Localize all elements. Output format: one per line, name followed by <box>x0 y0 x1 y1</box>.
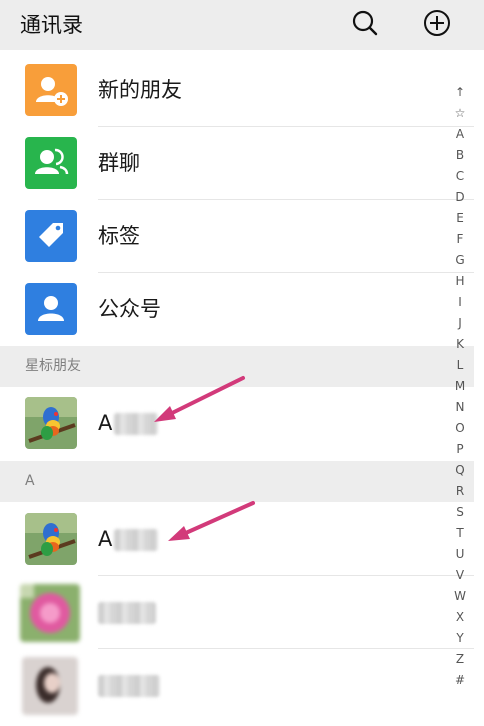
index-letter[interactable]: W <box>448 586 472 607</box>
index-letter[interactable]: R <box>448 481 472 502</box>
contacts-screen: 通讯录 新的朋友 群聊 标签 公众号 星标朋友 A A A ↑ ☆ A B C … <box>0 0 484 726</box>
blurred-name <box>114 413 159 435</box>
contact-name <box>98 649 160 722</box>
new-friend-icon <box>25 64 77 116</box>
tags-row[interactable]: 标签 <box>0 200 474 273</box>
avatar <box>22 657 78 715</box>
page-title: 通讯录 <box>20 13 83 37</box>
index-letter[interactable]: Z <box>448 649 472 670</box>
index-letter[interactable]: Y <box>448 628 472 649</box>
index-letter[interactable]: N <box>448 397 472 418</box>
new-friends-label: 新的朋友 <box>98 78 182 102</box>
index-letter[interactable]: J <box>448 313 472 334</box>
index-letter[interactable]: I <box>448 292 472 313</box>
group-chats-label: 群聊 <box>98 151 140 175</box>
alphabet-index-bar[interactable]: ↑ ☆ A B C D E F G H I J K L M N O P Q R S T U V W X Y Z # <box>448 82 472 691</box>
index-letter[interactable]: L <box>448 355 472 376</box>
index-letter[interactable]: A <box>448 124 472 145</box>
index-letter[interactable]: ☆ <box>448 103 472 124</box>
index-letter[interactable]: O <box>448 418 472 439</box>
index-letter[interactable]: P <box>448 439 472 460</box>
index-letter[interactable]: D <box>448 187 472 208</box>
index-letter[interactable]: G <box>448 250 472 271</box>
index-letter[interactable]: K <box>448 334 472 355</box>
contact-name: A <box>98 387 159 460</box>
add-circle-icon[interactable] <box>421 7 453 39</box>
blurred-name <box>98 602 156 624</box>
contact-name: A <box>98 503 159 576</box>
avatar <box>25 513 77 565</box>
index-letter[interactable]: S <box>448 502 472 523</box>
index-letter[interactable]: B <box>448 145 472 166</box>
new-friends-row[interactable]: 新的朋友 <box>0 54 474 127</box>
contact-row[interactable]: A <box>0 503 474 576</box>
contact-initial: A <box>98 411 113 435</box>
index-letter[interactable]: U <box>448 544 472 565</box>
index-letter[interactable]: Q <box>448 460 472 481</box>
index-letter[interactable]: T <box>448 523 472 544</box>
index-letter[interactable]: C <box>448 166 472 187</box>
index-letter[interactable]: V <box>448 565 472 586</box>
top-bar: 通讯录 <box>0 0 484 50</box>
index-letter[interactable]: M <box>448 376 472 397</box>
avatar <box>20 584 80 642</box>
official-accounts-label: 公众号 <box>98 297 161 321</box>
tags-label: 标签 <box>98 224 140 248</box>
official-account-icon <box>25 283 77 335</box>
blurred-name <box>114 529 159 551</box>
index-letter[interactable]: H <box>448 271 472 292</box>
official-accounts-row[interactable]: 公众号 <box>0 273 474 346</box>
group-chats-row[interactable]: 群聊 <box>0 127 474 200</box>
index-letter[interactable]: E <box>448 208 472 229</box>
search-icon[interactable] <box>349 7 381 39</box>
index-letter[interactable]: # <box>448 670 472 691</box>
contact-row[interactable] <box>0 649 474 722</box>
contact-name <box>98 576 156 649</box>
contact-initial: A <box>98 527 113 551</box>
section-header-a: A <box>0 461 474 502</box>
index-letter[interactable]: X <box>448 607 472 628</box>
group-chat-icon <box>25 137 77 189</box>
blurred-name <box>98 675 160 697</box>
contact-row[interactable] <box>0 576 474 649</box>
index-letter[interactable]: ↑ <box>448 82 472 103</box>
avatar <box>25 397 77 449</box>
index-letter[interactable]: F <box>448 229 472 250</box>
tag-icon <box>25 210 77 262</box>
section-header-starred: 星标朋友 <box>0 346 474 387</box>
contact-row[interactable]: A <box>0 387 474 460</box>
